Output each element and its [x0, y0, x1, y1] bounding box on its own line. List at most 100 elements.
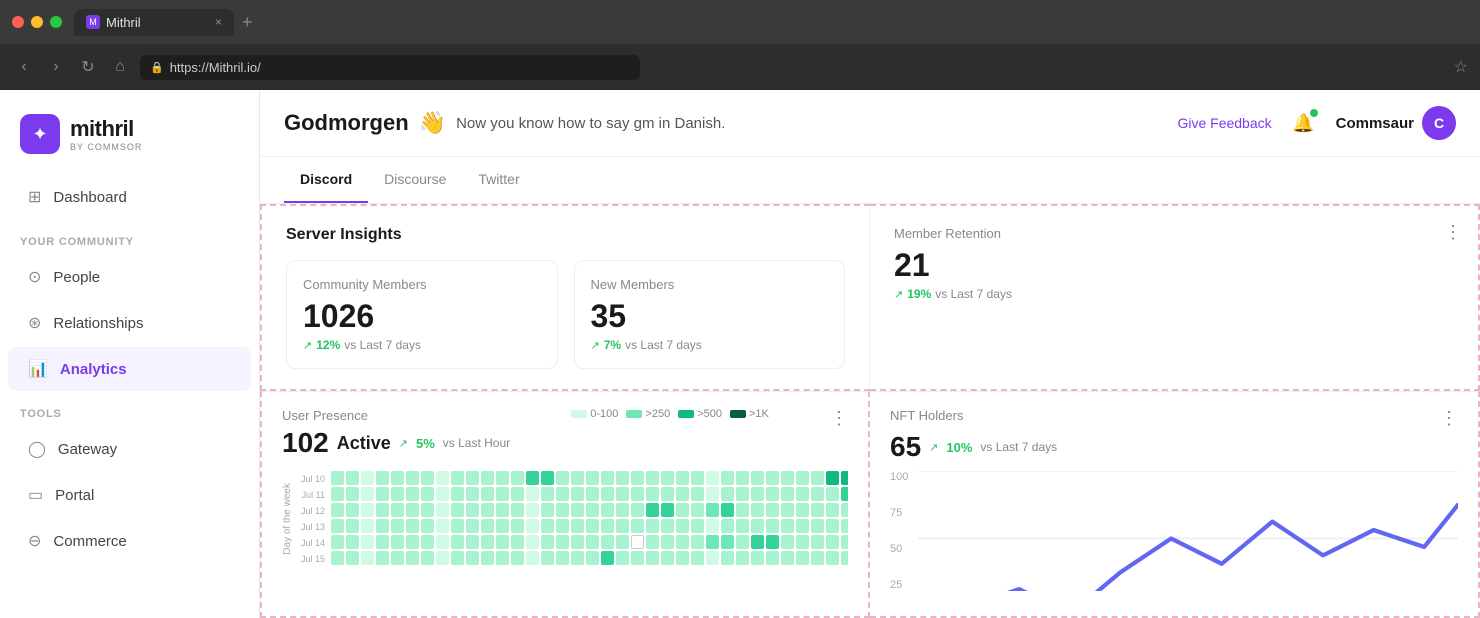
heatmap-cell: [571, 535, 584, 549]
tab-discourse[interactable]: Discourse: [368, 157, 462, 203]
heatmap-cell: [391, 551, 404, 565]
minimize-traffic-light[interactable]: [31, 16, 43, 28]
new-tab-button[interactable]: +: [242, 12, 253, 33]
heatmap-cell: [736, 535, 749, 549]
heatmap-cell: [481, 487, 494, 501]
address-bar[interactable]: 🔒 https://Mithril.io/: [140, 55, 640, 80]
tab-title: Mithril: [106, 15, 141, 30]
heatmap-cell: [571, 551, 584, 565]
close-traffic-light[interactable]: [12, 16, 24, 28]
heatmap-cell: [721, 503, 734, 517]
heatmap-cell: [676, 551, 689, 565]
heatmap-cell: [766, 487, 779, 501]
retention-menu-button[interactable]: ⋮: [1444, 222, 1462, 243]
bookmark-button[interactable]: ☆: [1454, 57, 1468, 77]
heatmap-cell: [541, 535, 554, 549]
logo-icon: ✦: [20, 114, 60, 154]
new-members-text: vs Last 7 days: [625, 338, 702, 352]
heatmap-cell: [811, 471, 824, 485]
heatmap-cell: [361, 551, 374, 565]
heatmap-cell: [541, 503, 554, 517]
maximize-traffic-light[interactable]: [50, 16, 62, 28]
heatmap-cell: [661, 503, 674, 517]
nft-value-row: 65 ↗ 10% vs Last 7 days: [890, 431, 1057, 463]
forward-button[interactable]: ›: [44, 58, 68, 76]
legend-swatch-250: [626, 410, 642, 418]
heatmap-cell: [391, 487, 404, 501]
nft-header-left: NFT Holders 65 ↗ 10% vs Last 7 days: [890, 408, 1057, 463]
heatmap-cell: [646, 535, 659, 549]
heatmap-cell: [481, 503, 494, 517]
browser-tab-mithril[interactable]: M Mithril ×: [74, 9, 234, 36]
main-content: Godmorgen 👋 Now you know how to say gm i…: [260, 90, 1480, 618]
heatmap-row: [331, 503, 848, 517]
heatmap-cell: [406, 487, 419, 501]
heatmap-cell: [721, 551, 734, 565]
sidebar-item-commerce[interactable]: ⊖ Commerce: [8, 519, 251, 563]
nft-menu-button[interactable]: ⋮: [1440, 408, 1458, 429]
nft-svg-chart: [918, 471, 1458, 591]
sidebar-item-label-dashboard: Dashboard: [53, 189, 126, 206]
y-labels: Jul 10 Jul 11 Jul 12 Jul 13 Jul 14 Jul 1…: [295, 472, 325, 566]
nft-header: NFT Holders 65 ↗ 10% vs Last 7 days ⋮: [890, 408, 1458, 463]
heatmap-cell: [631, 471, 644, 485]
heatmap-cell: [781, 535, 794, 549]
sidebar-item-relationships[interactable]: ⊛ Relationships: [8, 301, 251, 345]
y-label-jul10: Jul 10: [295, 472, 325, 486]
legend-label-250: >250: [645, 408, 670, 420]
heatmap-cell: [586, 471, 599, 485]
community-change-text: vs Last 7 days: [344, 338, 421, 352]
heatmap-cell: [676, 535, 689, 549]
heatmap-cell: [511, 519, 524, 533]
heatmap-cell: [661, 471, 674, 485]
heatmap-cell: [676, 503, 689, 517]
heatmap-cell: [526, 503, 539, 517]
heatmap-cell: [616, 471, 629, 485]
sidebar-item-people[interactable]: ⊙ People: [8, 255, 251, 299]
heatmap-cell: [706, 503, 719, 517]
heatmap-cell: [796, 551, 809, 565]
home-button[interactable]: ⌂: [108, 58, 132, 76]
sidebar-item-analytics[interactable]: 📊 Analytics: [8, 347, 251, 391]
heatmap-cell: [631, 503, 644, 517]
heatmap-cell: [706, 551, 719, 565]
heatmap-cell: [781, 471, 794, 485]
back-button[interactable]: ‹: [12, 58, 36, 76]
tab-close-button[interactable]: ×: [215, 15, 222, 29]
user-avatar[interactable]: C: [1422, 106, 1456, 140]
heatmap-cell: [796, 503, 809, 517]
sidebar-item-portal[interactable]: ▭ Portal: [8, 473, 251, 517]
heatmap-cell: [331, 503, 344, 517]
presence-menu-button[interactable]: ⋮: [830, 408, 848, 429]
retention-arrow: ↗: [894, 288, 903, 301]
heatmap-cell: [526, 551, 539, 565]
give-feedback-link[interactable]: Give Feedback: [1177, 115, 1271, 131]
heatmap-cell: [331, 487, 344, 501]
heatmap-cell: [586, 535, 599, 549]
heatmap-cell: [526, 519, 539, 533]
heatmap-cell: [601, 471, 614, 485]
sidebar-item-dashboard[interactable]: ⊞ Dashboard: [8, 175, 251, 219]
wave-emoji: 👋: [419, 110, 446, 136]
heatmap-cell: [736, 487, 749, 501]
heatmap-cell: [766, 551, 779, 565]
heatmap-cell: [556, 471, 569, 485]
legend-250: >250: [626, 408, 670, 420]
sidebar-item-gateway[interactable]: ◯ Gateway: [8, 427, 251, 471]
heatmap-cell: [616, 551, 629, 565]
heatmap-cell: [376, 519, 389, 533]
heatmap-cell: [496, 519, 509, 533]
heatmap-cell: [736, 519, 749, 533]
notification-button[interactable]: 🔔: [1288, 107, 1320, 139]
tab-discord[interactable]: Discord: [284, 157, 368, 203]
heatmap-cell: [436, 487, 449, 501]
traffic-lights: [12, 16, 62, 28]
new-members-change: ↗ 7% vs Last 7 days: [591, 338, 829, 352]
reload-button[interactable]: ↻: [76, 57, 100, 77]
notification-badge: [1310, 109, 1318, 117]
heatmap-cell: [811, 551, 824, 565]
heatmap-cell: [586, 487, 599, 501]
tab-twitter[interactable]: Twitter: [462, 157, 535, 203]
heatmap-cell: [661, 487, 674, 501]
relationships-icon: ⊛: [28, 313, 41, 333]
